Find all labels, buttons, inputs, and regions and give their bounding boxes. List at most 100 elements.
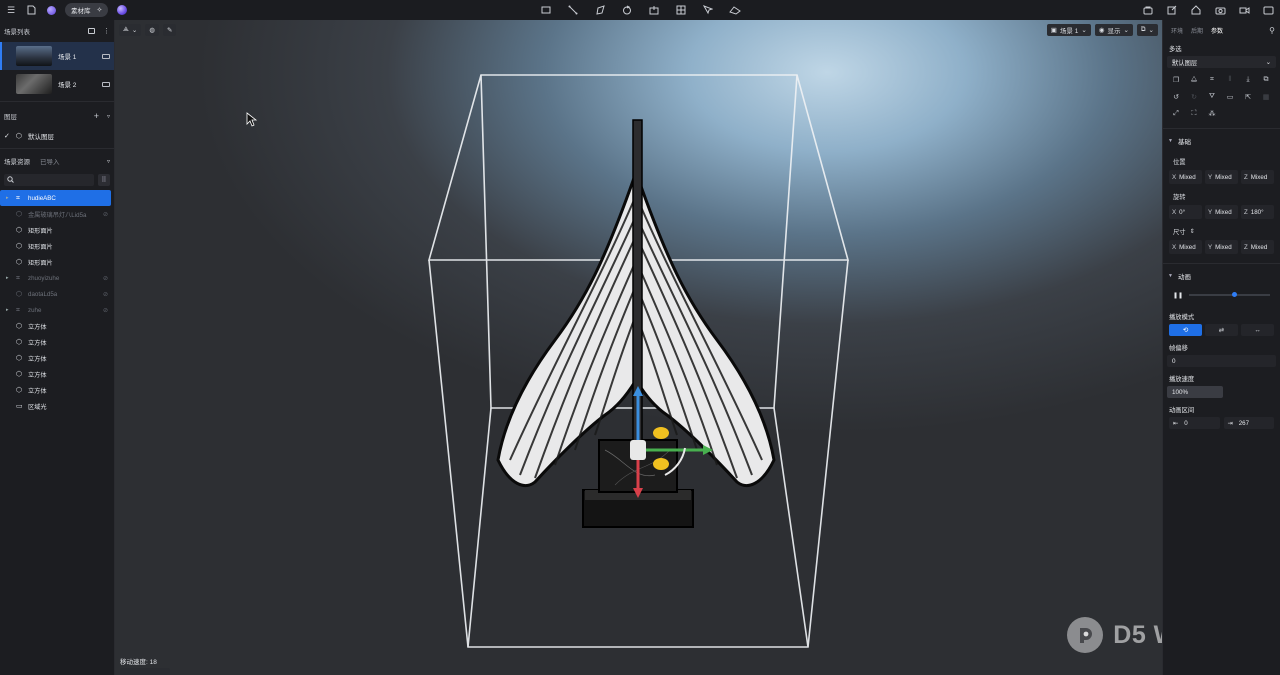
layer-stack-icon[interactable]: ⛛ [1203,89,1221,104]
rotation-y-field[interactable]: Y Mixed [1205,205,1238,219]
pin-icon[interactable]: ⚲ [1269,26,1275,35]
layer-item-default[interactable]: ✓ ⬡ 默认图层 [0,127,114,145]
asset-item[interactable]: ▭ 区域光 [0,398,114,414]
position-y-field[interactable]: Y Mixed [1205,170,1238,184]
asset-item[interactable]: ▸ ⌗ zhuoyizuhe ⊘ [0,270,114,286]
scatter-icon[interactable]: ⁂ [1203,106,1221,121]
material-library-button[interactable]: 素材库 ✧ [65,3,109,17]
more-icon[interactable]: ⋮ [103,27,110,35]
asset-item[interactable]: ▸ ⌗ hudieABC [0,190,111,206]
lock-ratio-icon[interactable]: ⇕ [1190,228,1195,235]
tab-environment[interactable]: 环境 [1171,26,1183,35]
rotation-x-field[interactable]: X 0° [1169,205,1202,219]
layer-select[interactable]: 默认图层 ⌄ [1167,56,1276,68]
asset-item[interactable]: ⬡ 矩形面片 [0,254,114,270]
undo-rotate-icon[interactable]: ↺ [1167,89,1185,104]
terrain-tool-icon[interactable] [729,4,741,16]
asset-label: 金属玻璃吊灯八Lid5a [28,211,87,219]
asset-item[interactable]: ▸ ⌗ zuhe ⊘ [0,302,114,318]
hidden-eye-icon[interactable]: ⊘ [103,275,108,282]
render-queue-icon[interactable] [1142,4,1154,16]
edit-share-icon[interactable] [1166,4,1178,16]
expand-caret-icon[interactable]: ▸ [6,307,9,313]
expand-caret-icon[interactable]: ▸ [6,195,9,201]
tab-post[interactable]: 后期 [1191,26,1203,35]
timeline-track[interactable] [1189,292,1270,297]
add-layer-icon[interactable]: + [94,111,99,121]
search-input[interactable] [4,174,94,186]
add-scene-icon[interactable] [88,28,95,34]
camera-icon[interactable] [102,53,110,59]
asset-item[interactable]: ⬡ daotaLd5a ⊘ [0,286,114,302]
asset-label: 立方体 [28,355,47,363]
drop-to-ground-icon[interactable]: ⤓ [1239,72,1257,87]
tab-imported[interactable]: 已导入 [40,156,60,166]
push-pull-tool-icon[interactable] [648,4,660,16]
asset-item[interactable]: ⬡ 立方体 [0,366,114,382]
grid-array-icon[interactable]: ▦ [1257,89,1275,104]
export-icon[interactable]: ⇱ [1239,89,1257,104]
hidden-eye-icon[interactable]: ⊘ [103,211,108,218]
timeline-knob[interactable] [1231,292,1237,297]
line-tool-icon[interactable] [567,4,579,16]
freeform-tool-icon[interactable] [594,4,606,16]
size-y-field[interactable]: Y Mixed [1205,240,1238,254]
hidden-eye-icon[interactable]: ⊘ [103,291,108,298]
align-icon[interactable]: ⫴ [1221,72,1239,87]
pingpong-mode-button[interactable]: ⇄ [1205,324,1238,336]
animation-section-header[interactable]: ▼ 动画 [1163,267,1280,285]
filter-icon[interactable]: ▿ [107,158,110,165]
copy-icon[interactable]: ❐ [1167,72,1185,87]
scene-item-2[interactable]: 场景 2 [0,70,114,98]
redo-rotate-icon[interactable]: ↻ [1185,89,1203,104]
asset-item[interactable]: ⬡ 立方体 [0,382,114,398]
filter-icon[interactable]: ▿ [107,113,110,120]
position-x-field[interactable]: X Mixed [1169,170,1202,184]
tab-params[interactable]: 参数 [1211,26,1223,35]
focus-icon[interactable]: ⌗ [1203,72,1221,87]
ai-orb-icon[interactable] [45,4,57,16]
assistant-orb-icon[interactable] [116,4,128,16]
scale-icon[interactable]: ⤢ [1167,106,1185,121]
asset-item[interactable]: ⬡ 矩形面片 [0,238,114,254]
grid-view-button[interactable]: ⠿ [98,174,110,186]
hidden-eye-icon[interactable]: ⊘ [103,307,108,314]
camera-icon[interactable] [1214,4,1226,16]
panorama-icon[interactable] [1262,4,1274,16]
tab-scene-assets[interactable]: 场景资源 [4,156,30,166]
range-start-field[interactable]: ⇤ 0 [1169,417,1220,429]
file-icon[interactable] [25,4,37,16]
duplicate-icon[interactable]: ⧉ [1257,72,1275,87]
rotation-z-field[interactable]: Z 180° [1241,205,1274,219]
material-tool-icon[interactable] [675,4,687,16]
camera-icon[interactable] [102,81,110,87]
3d-viewport[interactable]: ⟁ ⌄ ◍ ✎ ▣ 场景 1 ⌄ ◉ 显示 ⌄ ⧉ ⌄ 移动速度: 18 D5 [115,20,1162,675]
pause-icon[interactable]: ❚❚ [1173,292,1183,299]
range-end-field[interactable]: ⇥ 267 [1223,417,1274,429]
size-z-field[interactable]: Z Mixed [1241,240,1274,254]
asset-item[interactable]: ⬡ 立方体 [0,318,114,334]
folder-icon[interactable]: ▭ [1221,89,1239,104]
home-upload-icon[interactable] [1190,4,1202,16]
loop-mode-button[interactable]: ⟲ [1169,324,1202,336]
frame-offset-label: 帧偏移 [1169,344,1188,352]
asset-item[interactable]: ⬡ 立方体 [0,334,114,350]
basic-section-header[interactable]: ▼ 基础 [1163,132,1280,150]
position-z-field[interactable]: Z Mixed [1241,170,1274,184]
scene-item-1[interactable]: 场景 1 [0,42,114,70]
paint-tool-icon[interactable] [702,4,714,16]
asset-item[interactable]: ⬡ 金属玻璃吊灯八Lid5a ⊘ [0,206,114,222]
once-mode-button[interactable]: ↔ [1241,324,1274,336]
asset-item[interactable]: ⬡ 立方体 [0,350,114,366]
asset-item[interactable]: ⬡ 矩形面片 [0,222,114,238]
menu-icon[interactable]: ☰ [5,4,17,16]
rotate-tool-icon[interactable] [621,4,633,16]
play-speed-input[interactable]: 100% [1167,386,1223,398]
rectangle-tool-icon[interactable] [540,4,552,16]
size-x-field[interactable]: X Mixed [1169,240,1202,254]
frame-offset-input[interactable]: 0 [1167,355,1276,367]
mirror-icon[interactable]: ⧋ [1185,72,1203,87]
expand-caret-icon[interactable]: ▸ [6,275,9,281]
fit-icon[interactable]: ⛶ [1185,106,1203,121]
video-icon[interactable] [1238,4,1250,16]
